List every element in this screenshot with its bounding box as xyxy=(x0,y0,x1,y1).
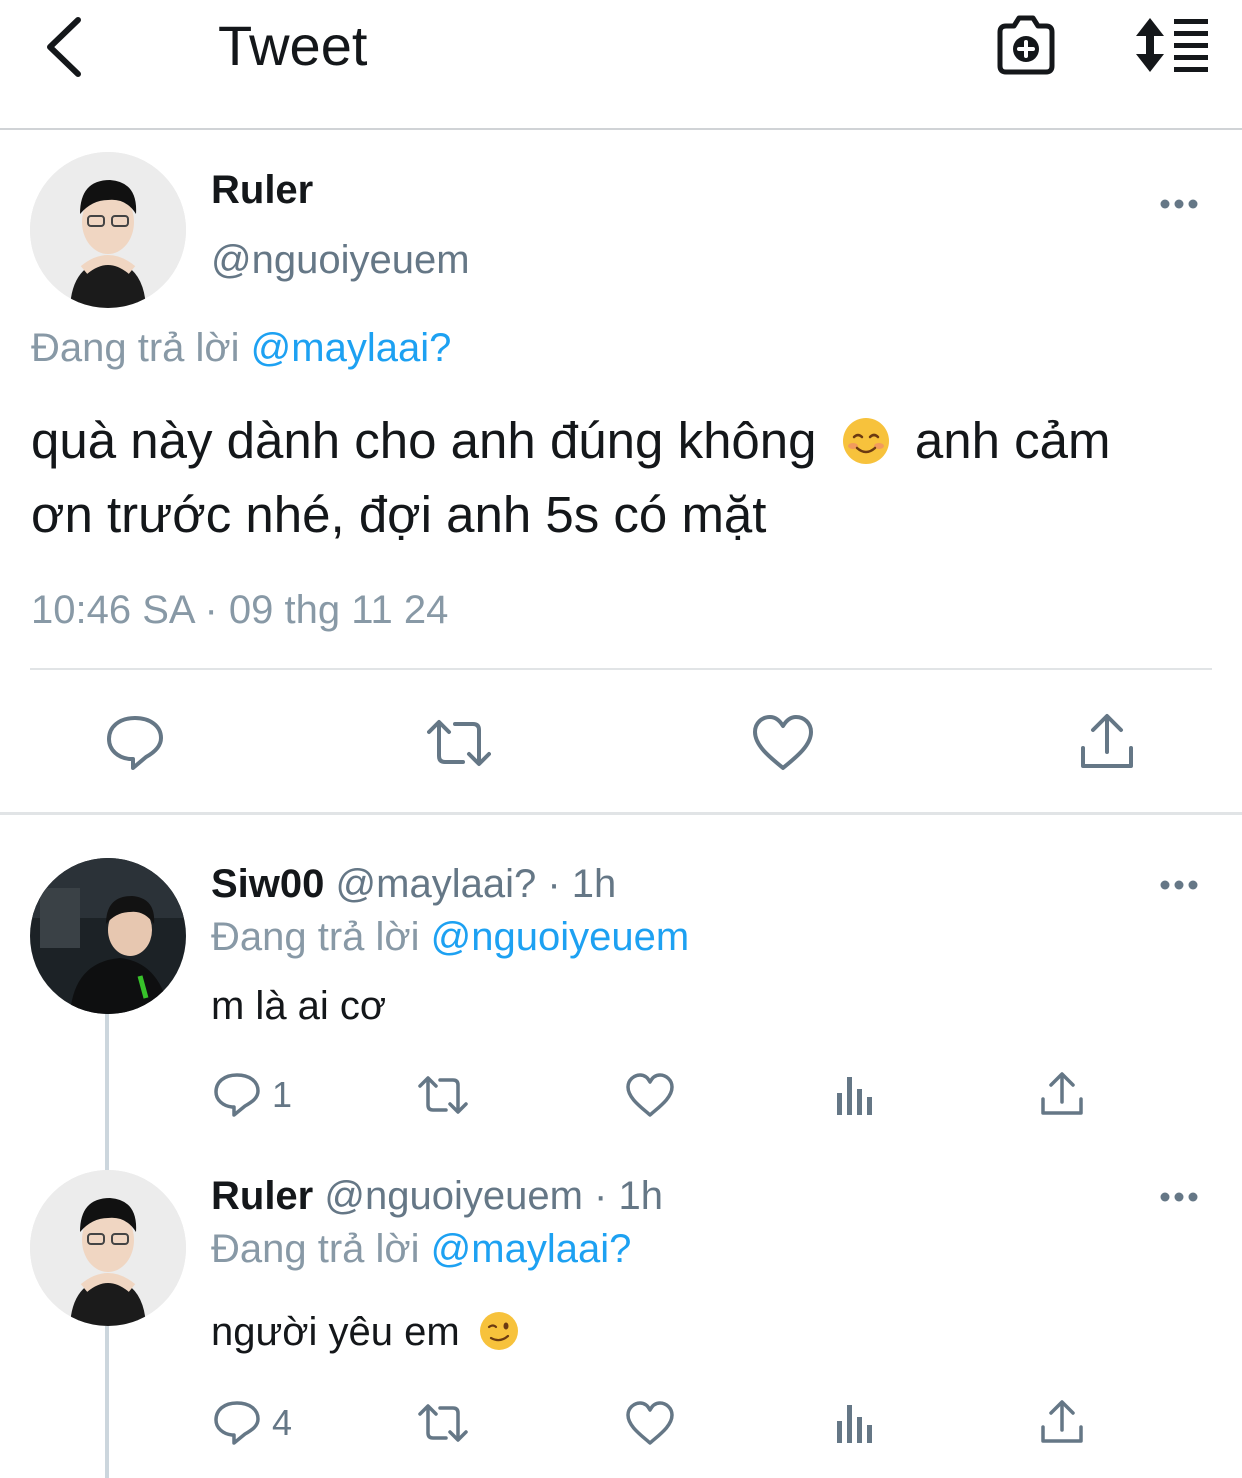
reply-text-row: người yêu em xyxy=(211,1308,519,1356)
reply-text: người yêu em xyxy=(211,1310,460,1354)
tweet-text-line1: quà này dành cho anh đúng không xyxy=(31,412,817,469)
mention-link[interactable]: @nguoiyeuem xyxy=(431,915,690,959)
reply-time: · 1h xyxy=(547,862,617,906)
replying-prefix: Đang trả lời xyxy=(31,326,240,370)
mention-link[interactable]: @maylaai? xyxy=(431,1227,632,1271)
thread-connector-line xyxy=(105,1322,109,1478)
reply-header: Siw00 @maylaai? · 1h xyxy=(211,860,616,908)
analytics-icon[interactable] xyxy=(832,1399,882,1447)
more-options-icon[interactable] xyxy=(1159,198,1199,210)
author-name[interactable]: Ruler xyxy=(211,1174,313,1218)
reply-count: 4 xyxy=(272,1402,293,1443)
like-heart-icon[interactable] xyxy=(625,1399,675,1447)
reply-icon[interactable] xyxy=(212,1399,262,1447)
share-icon[interactable] xyxy=(1075,712,1139,774)
tweet-text-line1-rest: anh cảm xyxy=(914,412,1111,469)
analytics-icon[interactable] xyxy=(832,1071,882,1119)
replying-to: Đang trả lời @maylaai? xyxy=(211,1225,631,1273)
replying-to: Đang trả lời @maylaai? xyxy=(31,324,451,372)
more-options-icon[interactable] xyxy=(1159,1191,1199,1203)
reply-header: Ruler @nguoiyeuem · 1h xyxy=(211,1172,663,1220)
retweet-icon[interactable] xyxy=(418,1071,468,1119)
author-name[interactable]: Ruler xyxy=(211,166,313,214)
retweet-icon[interactable] xyxy=(418,1399,468,1447)
more-options-icon[interactable] xyxy=(1159,879,1199,891)
sort-toggle-icon[interactable] xyxy=(1130,14,1210,76)
smiling-face-emoji-icon xyxy=(841,416,891,466)
reply-time: · 1h xyxy=(594,1174,663,1218)
replying-to: Đang trả lời @nguoiyeuem xyxy=(211,913,689,961)
reply-count: 1 xyxy=(272,1074,293,1115)
winking-face-emoji-icon xyxy=(479,1311,519,1351)
author-name[interactable]: Siw00 xyxy=(211,862,324,906)
mention-link[interactable]: @maylaai? xyxy=(251,326,452,370)
thread-connector-line xyxy=(105,1010,109,1170)
share-icon[interactable] xyxy=(1037,1071,1087,1119)
avatar[interactable] xyxy=(30,152,186,308)
reply-icon[interactable] xyxy=(212,1071,262,1119)
camera-plus-icon[interactable] xyxy=(994,14,1058,76)
page-title: Tweet xyxy=(218,14,368,77)
top-bar: Tweet xyxy=(0,0,1242,130)
avatar[interactable] xyxy=(30,1170,186,1326)
reply-icon[interactable] xyxy=(103,712,167,774)
like-heart-icon[interactable] xyxy=(625,1071,675,1119)
tweet-text: quà này dành cho anh đúng không anh cảm … xyxy=(31,404,1226,552)
reply-text: m là ai cơ xyxy=(211,984,387,1028)
back-chevron-icon[interactable] xyxy=(40,14,100,80)
author-handle[interactable]: @nguoiyeuem xyxy=(324,1174,583,1218)
divider xyxy=(0,812,1242,815)
tweet-text-line2: ơn trước nhé, đợi anh 5s có mặt xyxy=(31,486,767,543)
author-handle[interactable]: @nguoiyeuem xyxy=(211,236,470,284)
avatar[interactable] xyxy=(30,858,186,1014)
retweet-icon[interactable] xyxy=(427,712,491,774)
replying-prefix: Đang trả lời xyxy=(211,915,420,959)
divider xyxy=(30,668,1212,670)
replying-prefix: Đang trả lời xyxy=(211,1227,420,1271)
like-heart-icon[interactable] xyxy=(751,712,815,774)
share-icon[interactable] xyxy=(1037,1399,1087,1447)
timestamp: 10:46 SA · 09 thg 11 24 xyxy=(31,588,449,632)
author-handle[interactable]: @maylaai? xyxy=(336,862,537,906)
